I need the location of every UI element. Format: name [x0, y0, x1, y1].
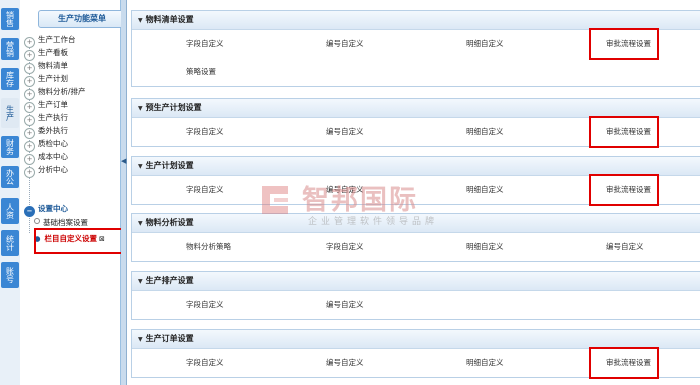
highlight-box: [589, 116, 659, 148]
section-title: 物料清单设置: [145, 15, 194, 24]
tree-item-label: 设置中心: [38, 204, 68, 213]
settings-link[interactable]: 编号自定义: [326, 176, 364, 204]
settings-link[interactable]: 编号自定义: [326, 118, 364, 146]
tree-item[interactable]: + 生产执行: [24, 112, 68, 126]
settings-link[interactable]: 编号自定义: [326, 30, 364, 58]
module-tab-strip: 销售营销库存生产财务办公人资统计账号: [0, 0, 20, 385]
tree-item-label: 物料清单: [38, 61, 68, 70]
settings-row: 策略设置: [132, 58, 700, 86]
tree-item[interactable]: + 委外执行: [24, 125, 68, 139]
module-tab[interactable]: 营销: [1, 38, 19, 60]
settings-link[interactable]: 编号自定义: [326, 291, 364, 319]
highlight-box: [589, 347, 659, 379]
module-tab[interactable]: 销售: [1, 8, 19, 30]
highlight-box: [589, 28, 659, 60]
settings-section: ▼ 物料分析设置 物料分析策略 字段自定义 明细自定义 编号自定义: [131, 213, 700, 262]
settings-link[interactable]: 明细自定义: [466, 30, 504, 58]
settings-section: ▼ 生产排产设置 字段自定义 编号自定义: [131, 271, 700, 320]
tree-item[interactable]: + 物料分析/排产: [24, 86, 86, 100]
selected-item-highlight: [34, 228, 132, 254]
tree-item-label: 生产工作台: [38, 35, 76, 44]
settings-link[interactable]: 策略设置: [186, 58, 216, 86]
settings-main: ▼ 物料清单设置 字段自定义 编号自定义 明细自定义 审批流程设置 策略设置 ▼ 预生产计划设置…: [127, 0, 700, 385]
settings-link[interactable]: 物料分析策略: [186, 233, 231, 261]
tree-item[interactable]: + 物料清单: [24, 60, 68, 74]
module-tab[interactable]: 账号: [1, 262, 19, 288]
section-title: 预生产计划设置: [145, 103, 202, 112]
settings-link[interactable]: 字段自定义: [186, 291, 224, 319]
collapse-triangle-icon[interactable]: ▼: [138, 278, 143, 285]
section-title: 物料分析设置: [145, 218, 194, 227]
section-header[interactable]: ▼ 生产排产设置: [132, 272, 700, 291]
settings-link[interactable]: 字段自定义: [186, 176, 224, 204]
section-header[interactable]: ▼ 物料分析设置: [132, 214, 700, 233]
module-tab[interactable]: 人资: [1, 198, 19, 224]
tree-item[interactable]: + 分析中心: [24, 164, 68, 178]
settings-row: 字段自定义 编号自定义: [132, 291, 700, 319]
tree-item[interactable]: + 质检中心: [24, 138, 68, 152]
tree-subitem-label: 基础档案设置: [43, 218, 88, 227]
tree-item[interactable]: − 设置中心: [24, 203, 68, 217]
settings-link[interactable]: 字段自定义: [186, 118, 224, 146]
settings-link[interactable]: 字段自定义: [186, 30, 224, 58]
tree-item-label: 成本中心: [38, 152, 68, 161]
tree-item[interactable]: + 生产工作台: [24, 34, 76, 48]
leaf-node-icon: [34, 218, 40, 224]
settings-link[interactable]: 明细自定义: [466, 349, 504, 377]
tree-item-label: 生产看板: [38, 48, 68, 57]
collapse-node-icon[interactable]: −: [24, 206, 35, 217]
section-title: 生产排产设置: [145, 276, 194, 285]
tree-item-label: 生产计划: [38, 74, 68, 83]
settings-link[interactable]: 明细自定义: [466, 176, 504, 204]
collapse-triangle-icon[interactable]: ▼: [138, 17, 143, 24]
section-title: 生产订单设置: [145, 334, 194, 343]
module-tab[interactable]: 统计: [1, 230, 19, 256]
settings-link[interactable]: 字段自定义: [326, 233, 364, 261]
tree-item-label: 生产执行: [38, 113, 68, 122]
highlight-box: [589, 174, 659, 206]
settings-link[interactable]: 明细自定义: [466, 233, 504, 261]
tree-item[interactable]: + 生产计划: [24, 73, 68, 87]
module-tab[interactable]: 生产: [1, 98, 19, 128]
settings-link[interactable]: 编号自定义: [326, 349, 364, 377]
tree-title: 生产功能菜单: [38, 10, 126, 28]
settings-row: 物料分析策略 字段自定义 明细自定义 编号自定义: [132, 233, 700, 261]
collapse-triangle-icon[interactable]: ▼: [138, 336, 143, 343]
settings-link[interactable]: 明细自定义: [466, 118, 504, 146]
function-tree-panel: 生产功能菜单 + 生产工作台 + 生产看板 + 物料清单 + 生产计划 + 物料分析/排产 + 生产订…: [20, 0, 126, 385]
collapse-triangle-icon[interactable]: ▼: [138, 220, 143, 227]
section-title: 生产计划设置: [145, 161, 194, 170]
tree-item-label: 生产订单: [38, 100, 68, 109]
tree-item[interactable]: + 生产看板: [24, 47, 68, 61]
tree-item-label: 分析中心: [38, 165, 68, 174]
settings-link[interactable]: 字段自定义: [186, 349, 224, 377]
expand-node-icon[interactable]: +: [24, 167, 35, 178]
module-tab[interactable]: 办公: [1, 166, 19, 188]
tree-item-label: 物料分析/排产: [38, 87, 86, 96]
tree-item-label: 质检中心: [38, 139, 68, 148]
settings-link[interactable]: 编号自定义: [606, 233, 644, 261]
collapse-arrow-icon[interactable]: ◀: [121, 156, 126, 166]
collapse-triangle-icon[interactable]: ▼: [138, 105, 143, 112]
module-tab[interactable]: 财务: [1, 136, 19, 158]
collapse-triangle-icon[interactable]: ▼: [138, 163, 143, 170]
tree-item-label: 委外执行: [38, 126, 68, 135]
tree-item[interactable]: + 成本中心: [24, 151, 68, 165]
module-tab[interactable]: 库存: [1, 68, 19, 90]
tree-item[interactable]: + 生产订单: [24, 99, 68, 113]
